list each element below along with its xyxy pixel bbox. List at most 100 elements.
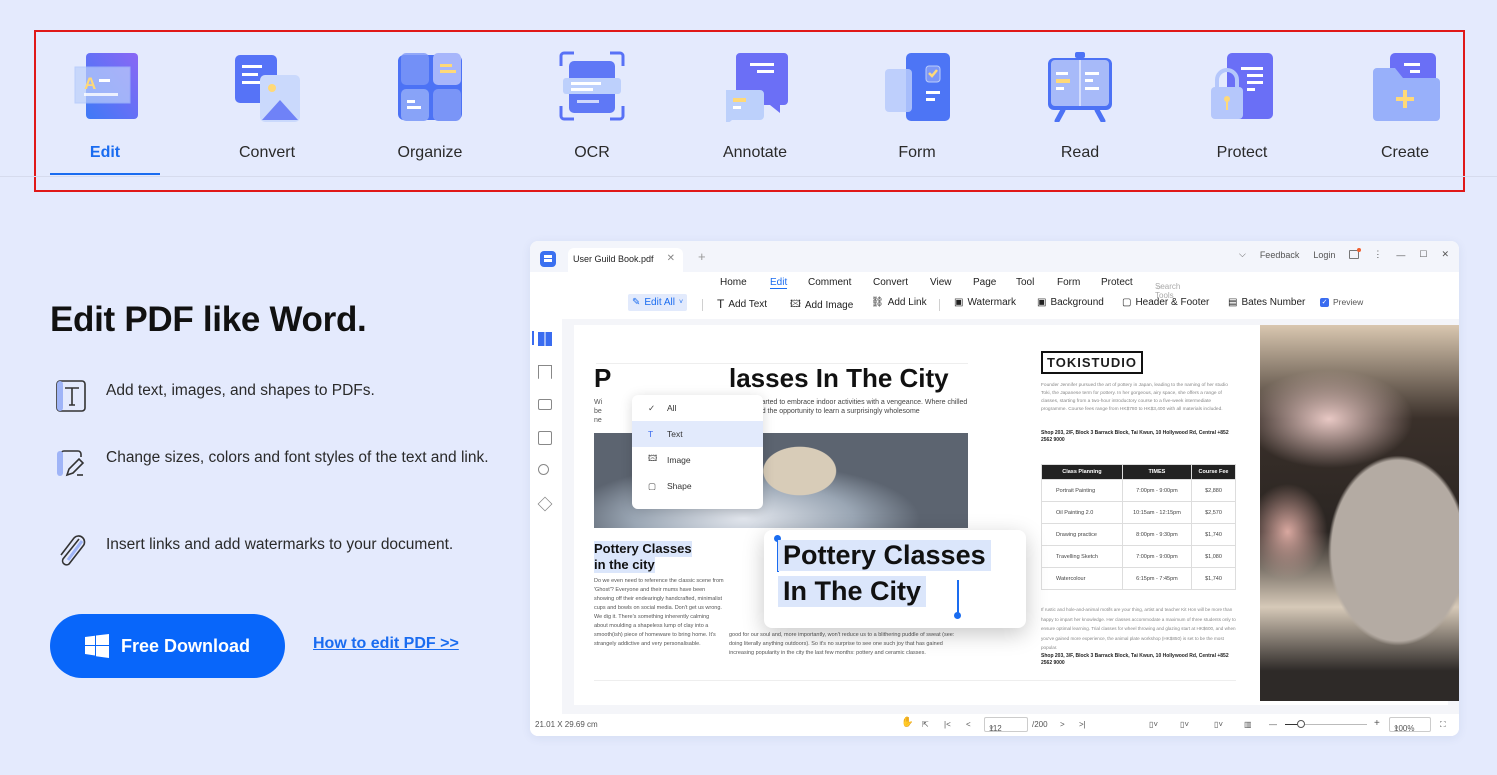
fullscreen-icon[interactable]: ⛶ xyxy=(1440,720,1446,730)
notification-icon[interactable] xyxy=(1349,248,1362,259)
menu-form[interactable]: Form xyxy=(1057,277,1080,288)
text-tool-icon: T xyxy=(717,297,725,311)
feature-tab-label: Form xyxy=(898,144,936,161)
fit-width-icon[interactable]: ▯˅ xyxy=(1180,720,1189,729)
layers-icon[interactable] xyxy=(537,496,553,512)
fit-height-icon[interactable]: ▯˅ xyxy=(1149,720,1158,729)
table-cell: $1,080 xyxy=(1191,545,1236,568)
zoom-slider-handle[interactable] xyxy=(1297,720,1306,728)
text-edit-popup[interactable]: Pottery Classes In The City xyxy=(764,530,1026,628)
feature-tab-convert[interactable]: Convert xyxy=(207,50,327,162)
minimize-icon[interactable]: — xyxy=(1396,250,1405,260)
how-to-edit-link[interactable]: How to edit PDF >> xyxy=(313,635,459,653)
menu-view[interactable]: View xyxy=(930,277,952,288)
feature-tab-edit[interactable]: A Edit xyxy=(45,50,165,175)
previous-page-icon[interactable]: < xyxy=(966,720,971,729)
select-tool-icon[interactable]: ⇱ xyxy=(922,720,929,729)
free-download-button[interactable]: Free Download xyxy=(50,614,285,678)
feature-tab-create[interactable]: Create xyxy=(1345,50,1465,162)
dropdown-option-image[interactable]: 🖾 Image xyxy=(632,447,763,473)
feature-tab-read[interactable]: Read xyxy=(1020,50,1140,162)
zoom-slider[interactable] xyxy=(1285,720,1367,728)
thumbnails-icon[interactable] xyxy=(538,332,552,346)
dropdown-option-text[interactable]: T Text xyxy=(632,421,763,447)
bates-number-button[interactable]: ▤ Bates Number xyxy=(1228,297,1305,308)
feature-text: Change sizes, colors and font styles of … xyxy=(106,449,489,466)
feature-tab-ocr[interactable]: OCR xyxy=(532,50,652,162)
two-page-view-icon[interactable]: ▥ xyxy=(1244,720,1252,729)
hand-tool-icon[interactable]: ✋ xyxy=(901,717,913,728)
dropdown-option-all[interactable]: ✓ All xyxy=(632,395,763,421)
brand-logo[interactable]: TOKISTUDIO xyxy=(1041,351,1143,374)
background-button[interactable]: ▣ Background xyxy=(1037,297,1104,308)
header-footer-button[interactable]: ▢ Header & Footer xyxy=(1122,297,1209,308)
new-tab-icon[interactable]: + xyxy=(698,249,706,264)
add-link-button[interactable]: ⛓ Add Link xyxy=(871,297,927,308)
maximize-icon[interactable]: ☐ xyxy=(1419,249,1427,260)
pottery-vase-image[interactable] xyxy=(1260,325,1459,701)
app-window: User Guild Book.pdf ✕ + ⌵ Feedback Login… xyxy=(530,241,1459,736)
classes-table[interactable]: Class Planning TIMES Course Fee Portrait P… xyxy=(1041,464,1236,590)
feature-tab-protect[interactable]: Protect xyxy=(1182,50,1302,162)
app-logo-icon xyxy=(540,251,556,267)
watermark-button[interactable]: ▣ Watermark xyxy=(954,297,1016,308)
feedback-link[interactable]: Feedback xyxy=(1260,250,1300,260)
attachment-icon[interactable] xyxy=(538,431,552,445)
brand-address[interactable]: Shop 203, 2/F, Block 3 Barrack Block, Ta… xyxy=(1041,430,1236,444)
zoom-level-select[interactable]: 100% ˅ xyxy=(1389,717,1431,733)
footer-paragraph[interactable]: If rustic and hole-and-animal motifs are… xyxy=(1041,605,1241,653)
menu-tool[interactable]: Tool xyxy=(1016,277,1034,288)
last-page-icon[interactable]: >| xyxy=(1079,720,1086,729)
menu-home[interactable]: Home xyxy=(720,277,747,288)
feature-tab-label: Read xyxy=(1060,144,1100,161)
windows-icon xyxy=(84,634,109,658)
search-icon[interactable] xyxy=(538,464,549,475)
feature-tab-organize[interactable]: Organize xyxy=(370,50,490,162)
article-body[interactable]: Do we even need to reference the classic… xyxy=(594,577,724,649)
table-header: TIMES xyxy=(1121,464,1193,480)
menu-page[interactable]: Page xyxy=(973,277,996,288)
article-intro-text[interactable]: s, we've started to embrace indoor activ… xyxy=(729,398,969,416)
article-headline-first-letter[interactable]: P xyxy=(594,363,611,394)
edit-all-dropdown[interactable]: ✎ Edit All ˅ xyxy=(628,294,688,311)
add-image-button[interactable]: 🖾 Add Image xyxy=(790,297,853,314)
fit-page-icon[interactable]: ▯˅ xyxy=(1214,720,1223,729)
sub-heading-line1[interactable]: Pottery Classes xyxy=(594,541,692,557)
article-headline[interactable]: lasses In The City xyxy=(729,363,949,394)
more-options-icon[interactable]: ⋮ xyxy=(1373,249,1382,260)
menu-protect[interactable]: Protect xyxy=(1101,277,1133,288)
next-page-icon[interactable]: > xyxy=(1060,720,1065,729)
document-tab[interactable]: User Guild Book.pdf ✕ xyxy=(568,248,683,272)
add-text-button[interactable]: T Add Text xyxy=(717,297,767,311)
zoom-out-icon[interactable]: — xyxy=(1269,720,1277,729)
menu-edit[interactable]: Edit xyxy=(770,277,788,289)
chevron-down-icon[interactable]: ⌵ xyxy=(1239,249,1246,260)
preview-checkbox[interactable]: ✓ Preview xyxy=(1320,297,1363,307)
comment-icon[interactable] xyxy=(538,399,552,410)
article-body-2[interactable]: good for our soul and, more importantly,… xyxy=(729,631,959,658)
first-page-icon[interactable]: |< xyxy=(944,720,951,729)
feature-tab-annotate[interactable]: Annotate xyxy=(695,50,815,162)
title-bar: User Guild Book.pdf ✕ + ⌵ Feedback Login… xyxy=(530,241,1459,272)
table-cell: $1,740 xyxy=(1191,523,1236,546)
menu-comment[interactable]: Comment xyxy=(808,277,851,288)
popup-line2[interactable]: In The City xyxy=(778,576,927,607)
menu-convert[interactable]: Convert xyxy=(873,277,908,288)
shape-icon: ▢ xyxy=(648,480,657,491)
close-tab-icon[interactable]: ✕ xyxy=(667,253,675,264)
bookmark-icon[interactable] xyxy=(538,365,552,379)
document-tab-title: User Guild Book.pdf xyxy=(573,254,654,264)
feature-text: Insert links and add watermarks to your … xyxy=(106,536,454,553)
brand-description[interactable]: Founder Jennifer pursued the art of pott… xyxy=(1041,382,1236,414)
login-link[interactable]: Login xyxy=(1313,250,1335,260)
dropdown-option-shape[interactable]: ▢ Shape xyxy=(632,473,763,499)
footer-address[interactable]: Shop 203, 3/F, Block 3 Barrack Block, Ta… xyxy=(1041,653,1241,667)
feature-tab-form[interactable]: Form xyxy=(857,50,977,162)
popup-line1[interactable]: Pottery Classes xyxy=(778,540,991,571)
page-number-input[interactable]: 112 ˅ xyxy=(984,717,1028,733)
close-window-icon[interactable]: ✕ xyxy=(1441,249,1449,260)
sub-heading-line2[interactable]: in the city xyxy=(594,557,655,573)
feature-tab-label: Edit xyxy=(89,144,121,161)
background-icon: ▣ xyxy=(1037,297,1047,308)
zoom-in-icon[interactable]: + xyxy=(1374,718,1380,729)
